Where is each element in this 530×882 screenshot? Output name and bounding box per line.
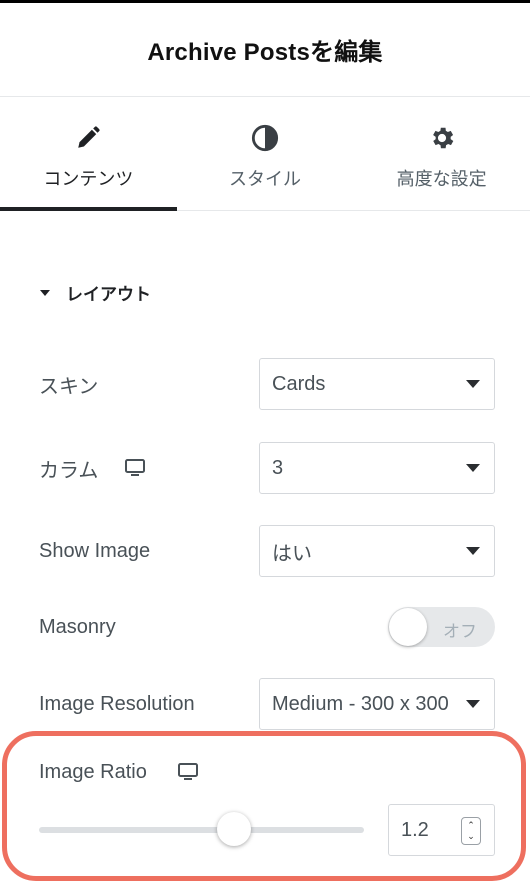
image-ratio-value: 1.2 [401, 818, 429, 841]
dropdown-arrow-icon [466, 380, 480, 388]
tab-style[interactable]: スタイル [177, 97, 354, 210]
panel-title: Archive Postsを編集 [147, 39, 383, 66]
dropdown-arrow-icon [466, 464, 480, 472]
tab-advanced[interactable]: 高度な設定 [353, 97, 530, 210]
caret-down-icon [40, 289, 50, 296]
monitor-icon[interactable] [124, 458, 146, 478]
skin-label: スキン [39, 375, 99, 398]
tab-bar: コンテンツ スタイル 高度な設定 [0, 97, 530, 211]
image-resolution-label: Image Resolution [39, 692, 195, 715]
monitor-icon[interactable] [177, 762, 199, 782]
image-resolution-select[interactable]: Medium - 300 x 300 [259, 678, 495, 730]
pencil-icon [75, 123, 101, 153]
section-layout-toggle[interactable]: レイアウト [40, 280, 151, 305]
control-image-ratio: Image Ratio [39, 746, 495, 798]
contrast-icon [251, 123, 279, 153]
columns-label: カラム [39, 459, 99, 482]
image-ratio-slider-handle[interactable] [217, 812, 251, 846]
skin-select[interactable]: Cards [259, 358, 495, 410]
columns-select[interactable]: 3 [259, 442, 495, 494]
masonry-toggle[interactable]: オフ [388, 607, 495, 647]
image-ratio-slider-track[interactable] [39, 827, 364, 833]
section-title: レイアウト [66, 285, 151, 304]
tab-content-label: コンテンツ [43, 169, 134, 189]
dropdown-arrow-icon [466, 547, 480, 555]
columns-value: 3 [272, 456, 284, 479]
toggle-knob [389, 608, 427, 646]
skin-value: Cards [272, 372, 326, 395]
tab-style-label: スタイル [229, 169, 301, 189]
masonry-state: オフ [443, 622, 477, 641]
panel-header: Archive Postsを編集 [0, 3, 530, 97]
show-image-value: はい [272, 542, 312, 565]
tab-advanced-label: 高度な設定 [396, 169, 487, 189]
tab-content[interactable]: コンテンツ [0, 97, 177, 211]
stepper-icon[interactable]: ⌃ ⌄ [461, 817, 481, 845]
masonry-label: Masonry [39, 615, 116, 638]
show-image-select[interactable]: はい [259, 525, 495, 577]
show-image-label: Show Image [39, 539, 151, 562]
image-resolution-value: Medium - 300 x 300 [272, 692, 449, 715]
image-ratio-input[interactable]: 1.2 ⌃ ⌄ [388, 804, 495, 856]
gear-icon [428, 123, 456, 153]
dropdown-arrow-icon [466, 700, 480, 708]
image-ratio-label: Image Ratio [39, 760, 147, 783]
